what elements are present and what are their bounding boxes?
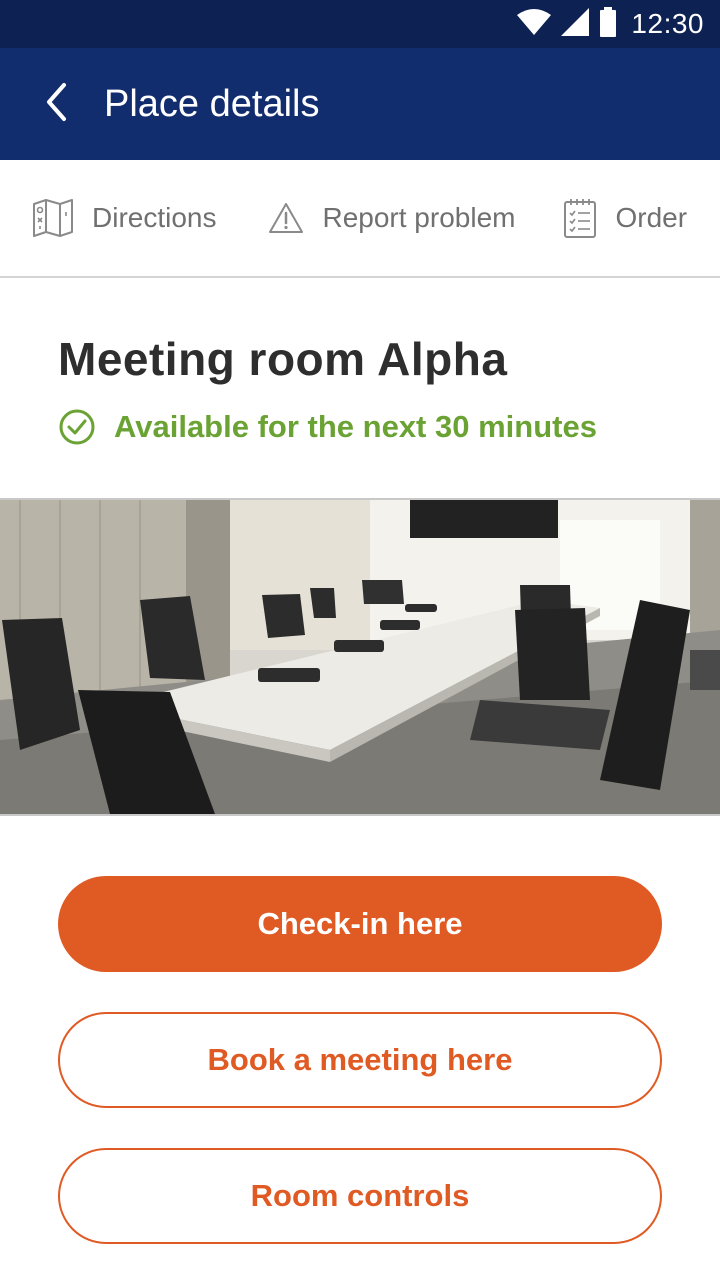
- check-in-button[interactable]: Check-in here: [58, 876, 662, 972]
- quick-actions-bar: Directions Report problem Order: [0, 160, 720, 278]
- report-problem-label: Report problem: [322, 202, 516, 233]
- book-meeting-button[interactable]: Book a meeting here: [58, 1012, 662, 1108]
- report-problem-action[interactable]: Report problem: [268, 160, 515, 276]
- status-icons: [517, 6, 617, 42]
- conference-room-photo: [0, 498, 720, 816]
- room-title: Meeting room Alpha: [58, 333, 508, 385]
- availability-text: Available for the next 30 minutes: [114, 409, 597, 444]
- wifi-icon: [517, 8, 552, 40]
- map-icon: [32, 198, 74, 238]
- battery-icon: [599, 6, 617, 42]
- back-button[interactable]: [20, 68, 92, 140]
- directions-action[interactable]: Directions: [32, 160, 216, 276]
- clipboard-list-icon: [563, 197, 597, 239]
- room-controls-button[interactable]: Room controls: [58, 1148, 662, 1244]
- status-time: 12:30: [631, 8, 704, 39]
- signal-icon: [561, 7, 590, 41]
- order-action[interactable]: Order: [563, 160, 687, 276]
- warning-icon: [268, 202, 304, 234]
- order-label: Order: [615, 202, 688, 233]
- availability-status: Available for the next 30 minutes: [58, 408, 597, 446]
- status-bar: 12:30: [0, 0, 720, 48]
- directions-label: Directions: [92, 202, 217, 233]
- app-bar: Place details: [0, 48, 720, 160]
- chevron-left-icon: [44, 82, 68, 127]
- page-title: Place details: [104, 82, 320, 125]
- check-circle-icon: [58, 408, 96, 446]
